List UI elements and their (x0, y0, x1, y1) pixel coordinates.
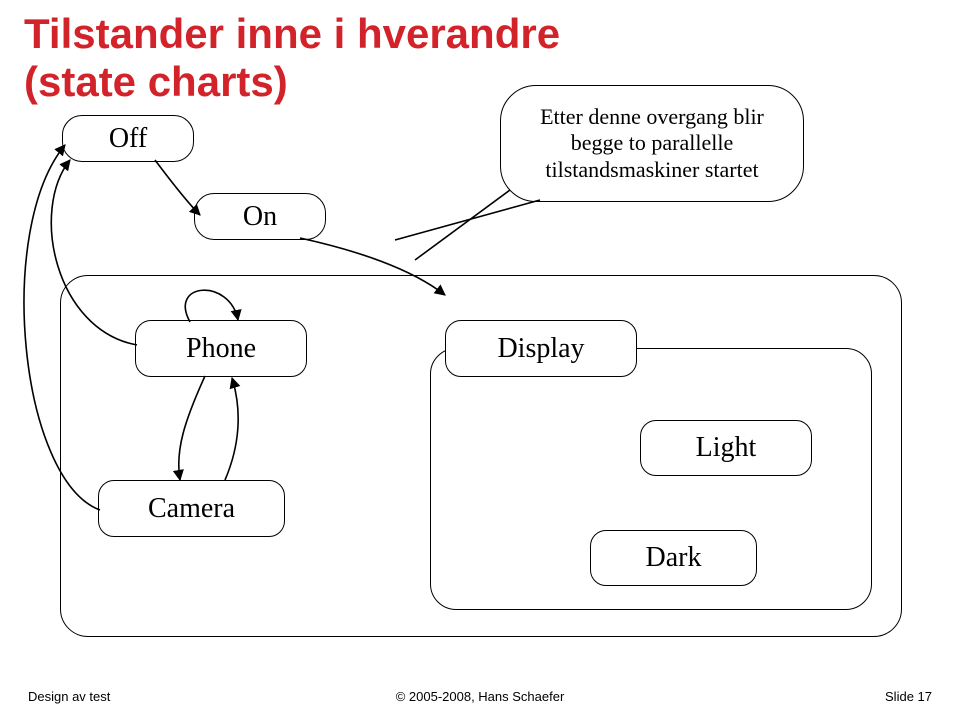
state-phone-label: Phone (186, 333, 256, 365)
state-camera: Camera (98, 480, 285, 537)
callout-tail-1 (415, 190, 510, 260)
state-dark-label: Dark (646, 542, 702, 574)
callout-line2: begge to parallelle (527, 130, 777, 156)
state-light: Light (640, 420, 812, 476)
title-line2: (state charts) (24, 58, 288, 105)
state-off: Off (62, 115, 194, 162)
state-light-label: Light (696, 432, 757, 464)
state-off-label: Off (109, 123, 147, 155)
slide-title: Tilstander inne i hverandre (state chart… (24, 10, 560, 107)
state-display: Display (445, 320, 637, 377)
callout: Etter denne overgang blir begge to paral… (500, 85, 804, 202)
state-on: On (194, 193, 326, 240)
callout-tail-2 (395, 200, 540, 240)
footer-right: Slide 17 (885, 689, 932, 704)
state-phone: Phone (135, 320, 307, 377)
slide: Tilstander inne i hverandre (state chart… (0, 0, 960, 722)
footer-center: © 2005-2008, Hans Schaefer (0, 689, 960, 704)
callout-line1: Etter denne overgang blir (527, 104, 777, 130)
state-dark: Dark (590, 530, 757, 586)
state-on-label: On (243, 201, 277, 233)
state-display-label: Display (497, 333, 584, 365)
edge-off-to-on (155, 160, 200, 215)
title-line1: Tilstander inne i hverandre (24, 10, 560, 57)
state-camera-label: Camera (148, 493, 235, 525)
callout-line3: tilstandsmaskiner startet (527, 157, 777, 183)
